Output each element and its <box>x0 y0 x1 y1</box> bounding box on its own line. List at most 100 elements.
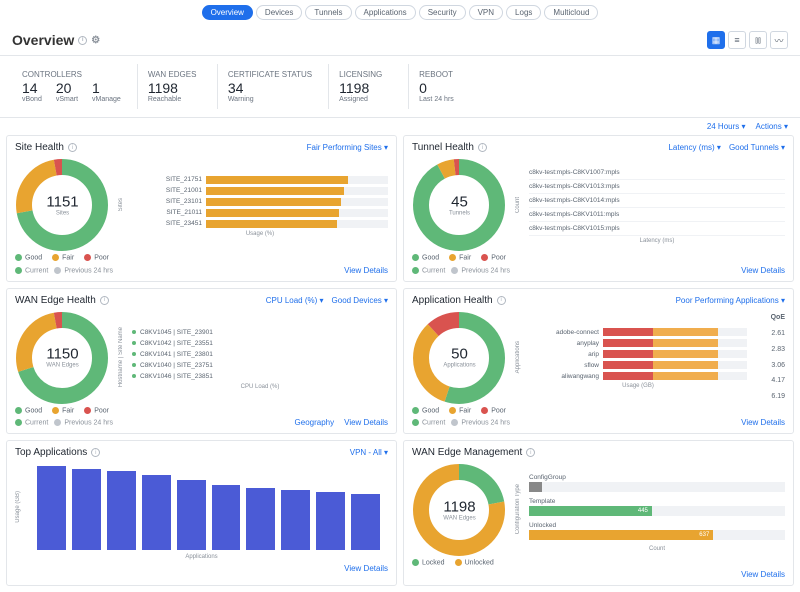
donut-value: 1150 <box>46 346 78 363</box>
view-bar-button[interactable]: ⫾⫾ <box>749 31 767 49</box>
kpi-value: 1198 <box>148 81 201 96</box>
y-axis-label: Configuration Type <box>515 484 521 534</box>
view-list-button[interactable]: ≡ <box>728 31 746 49</box>
sub-legend-item: Previous 24 hrs <box>451 267 510 274</box>
top-app-bar <box>246 488 275 549</box>
site-health-bars: SITE_21751SITE_21001SITE_23101SITE_21011… <box>132 173 388 237</box>
legend-item: Good <box>412 407 439 414</box>
geography-link[interactable]: Geography <box>295 418 335 427</box>
info-icon[interactable]: i <box>526 448 535 457</box>
view-line-button[interactable]: 〰 <box>770 31 788 49</box>
kpi-sub: vSmart <box>56 96 78 103</box>
donut-value: 1198 <box>443 498 475 515</box>
nav-tab-overview[interactable]: Overview <box>202 5 253 20</box>
y-axis-label: Applications <box>515 341 521 373</box>
wan-edge-item: C8KV1042 | SITE_23551 <box>132 340 388 347</box>
top-app-bar <box>316 492 345 550</box>
top-nav: OverviewDevicesTunnels ApplicationsSecuri… <box>0 0 800 25</box>
sub-legend-item: Previous 24 hrs <box>54 267 113 274</box>
view-details-link[interactable]: View Details <box>344 418 388 427</box>
mgmt-bar-row: Unlocked637 <box>529 522 785 540</box>
latency-dropdown[interactable]: Latency (ms) ▾ <box>668 143 720 152</box>
panel-tunnel-health: Tunnel Healthi Latency (ms) ▾ Good Tunne… <box>403 135 794 281</box>
nav-tab-multicloud[interactable]: Multicloud <box>544 5 598 20</box>
app-bar-row: adobe-connect <box>529 328 747 336</box>
wan-edge-item: C8KV1040 | SITE_23751 <box>132 362 388 369</box>
kpi-controllers: CONTROLLERS 14vBond20vSmart1vManage <box>12 64 138 109</box>
kpi-value: 14 <box>22 81 42 96</box>
kpi-label: CONTROLLERS <box>22 70 121 79</box>
view-details-link[interactable]: View Details <box>741 266 785 275</box>
qoe-column: QoE2.612.833.064.176.19 <box>755 310 785 405</box>
kpi-reboot: REBOOT 0 Last 24 hrs <box>409 64 489 109</box>
nav-tab-logs[interactable]: Logs <box>506 5 541 20</box>
kpi-sub: vManage <box>92 96 121 103</box>
info-icon[interactable]: i <box>91 448 100 457</box>
legend-item: Poor <box>481 407 506 414</box>
top-app-bar <box>177 480 206 550</box>
y-axis-label: Count <box>515 197 521 213</box>
view-grid-button[interactable]: ▦ <box>707 31 725 49</box>
panel-title-text: Application Health <box>412 295 493 306</box>
qoe-value: 4.17 <box>755 377 785 384</box>
mgmt-bar-row: ConfigGroup <box>529 474 785 492</box>
info-icon[interactable]: i <box>478 143 487 152</box>
device-filter-dropdown[interactable]: Good Devices ▾ <box>332 296 388 305</box>
wan-edge-item: C8KV1045 | SITE_23901 <box>132 329 388 336</box>
x-axis-label: Applications <box>15 554 388 560</box>
sub-legend-item: Current <box>15 419 48 426</box>
top-app-bar <box>351 494 380 549</box>
sub-legend-item: Previous 24 hrs <box>451 419 510 426</box>
top-app-bar <box>281 490 310 550</box>
view-details-link[interactable]: View Details <box>344 266 388 275</box>
dashboard-toolbar: 24 Hours ▾ Actions ▾ <box>0 118 800 135</box>
qoe-value: 2.83 <box>755 346 785 353</box>
view-details-link[interactable]: View Details <box>741 570 785 579</box>
page-title-text: Overview <box>12 32 74 48</box>
page-title: Overview i ⚙ <box>12 32 100 48</box>
info-icon[interactable]: i <box>100 296 109 305</box>
info-icon[interactable]: i <box>68 143 77 152</box>
panel-title-text: WAN Edge Management <box>412 447 522 458</box>
nav-tab-security[interactable]: Security <box>419 5 466 20</box>
actions-dropdown[interactable]: Actions ▾ <box>756 122 788 131</box>
vpn-filter-dropdown[interactable]: VPN - All ▾ <box>350 448 388 457</box>
view-switcher: ▦ ≡ ⫾⫾ 〰 <box>707 31 788 49</box>
tunnel-filter-dropdown[interactable]: Good Tunnels ▾ <box>729 143 785 152</box>
sub-legend-item: Previous 24 hrs <box>54 419 113 426</box>
app-filter-dropdown[interactable]: Poor Performing Applications ▾ <box>676 296 785 305</box>
nav-tab-tunnels[interactable]: Tunnels <box>305 5 351 20</box>
site-filter-dropdown[interactable]: Fair Performing Sites ▾ <box>307 143 388 152</box>
nav-tab-vpn[interactable]: VPN <box>469 5 503 20</box>
kpi-sub: vBond <box>22 96 42 103</box>
legend-item: Fair <box>52 407 74 414</box>
view-details-link[interactable]: View Details <box>741 418 785 427</box>
info-icon[interactable]: i <box>497 296 506 305</box>
kpi-label: CERTIFICATE STATUS <box>228 70 312 79</box>
nav-tab-devices[interactable]: Devices <box>256 5 302 20</box>
settings-icon[interactable]: ⚙ <box>91 35 100 46</box>
legend-item: Fair <box>449 254 471 261</box>
app-health-donut: 50Applications <box>412 310 507 405</box>
site-bar-row: SITE_21011 <box>132 209 388 217</box>
tunnel-item: c8kv-test:mpls-C8KV1013:mpls <box>529 180 785 194</box>
panel-title-text: WAN Edge Health <box>15 295 96 306</box>
app-health-bars: adobe-connectanyplayaripsflowaliwangwang… <box>529 325 747 389</box>
legend-item: Poor <box>481 254 506 261</box>
kpi-label: LICENSING <box>339 70 392 79</box>
kpi-sub: Reachable <box>148 96 201 103</box>
view-details-link[interactable]: View Details <box>344 564 388 573</box>
app-bar-row: aliwangwang <box>529 372 747 380</box>
nav-tab-applications[interactable]: Applications <box>355 5 416 20</box>
app-bar-row: anyplay <box>529 339 747 347</box>
info-icon[interactable]: i <box>78 36 87 45</box>
wan-edge-donut: 1150WAN Edges <box>15 310 110 405</box>
kpi-value: 1198 <box>339 81 392 96</box>
time-range-dropdown[interactable]: 24 Hours ▾ <box>707 122 746 131</box>
kpi-strip: CONTROLLERS 14vBond20vSmart1vManage WAN … <box>0 56 800 118</box>
kpi-sub: Assigned <box>339 96 392 103</box>
wan-edge-item: C8KV1041 | SITE_23801 <box>132 351 388 358</box>
tunnel-item: c8kv-test:mpls-C8KV1011:mpls <box>529 208 785 222</box>
top-app-bar <box>212 485 241 550</box>
cpu-load-dropdown[interactable]: CPU Load (%) ▾ <box>266 296 324 305</box>
